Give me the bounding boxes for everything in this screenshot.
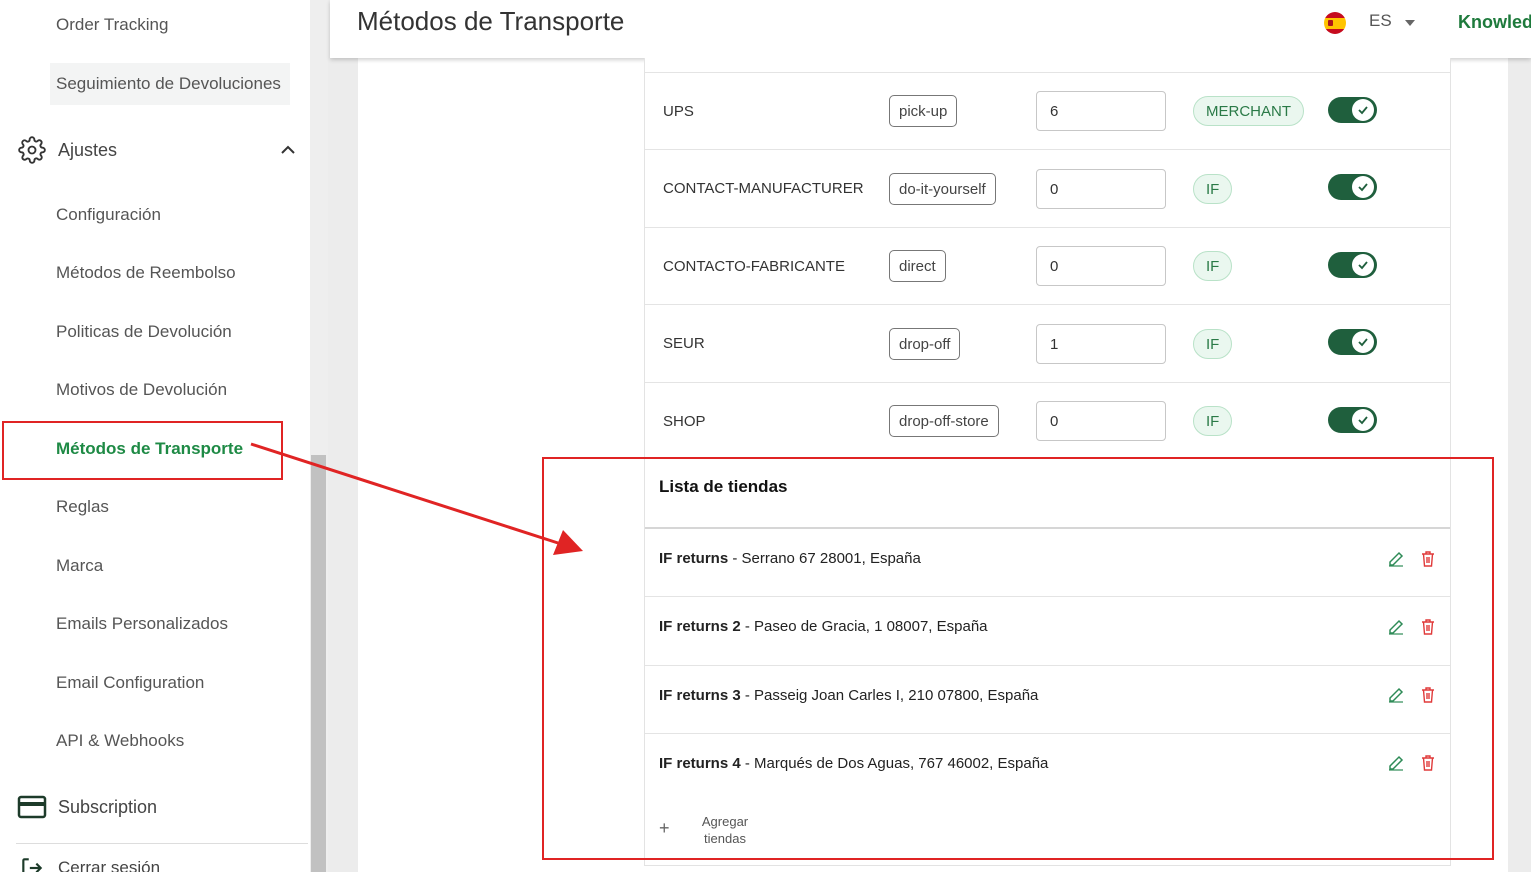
- annotation-arrow: [250, 442, 583, 555]
